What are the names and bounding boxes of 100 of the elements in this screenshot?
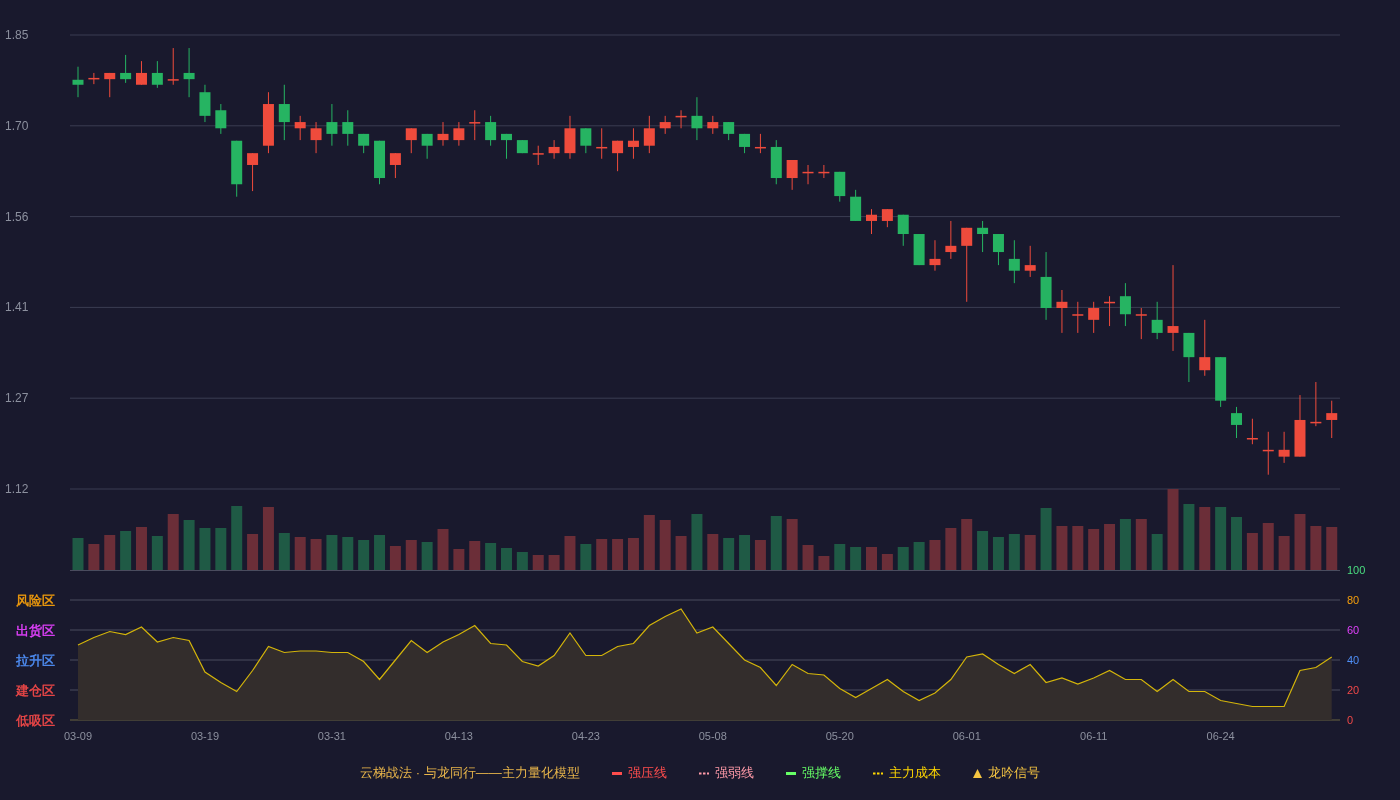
axis-label: 1.85	[5, 28, 29, 42]
volume-bar	[1262, 523, 1274, 570]
legend-label: 龙吟信号	[987, 764, 1040, 783]
candlestick	[977, 220, 989, 253]
axis-label: 04-23	[571, 730, 600, 742]
volume-bar	[167, 514, 179, 570]
axis-label: 1.27	[5, 391, 29, 406]
volume-bar	[1119, 519, 1131, 570]
volume-bar	[866, 547, 877, 570]
volume-bar	[1008, 534, 1020, 570]
candlestick	[469, 109, 481, 141]
volume-bar	[1072, 526, 1084, 570]
axis-label: 03-19	[190, 730, 220, 742]
volume-bar	[88, 544, 100, 570]
axis-label: 20	[1347, 684, 1360, 696]
candlestick	[675, 109, 687, 129]
axis-label: 06-11	[1080, 730, 1108, 742]
axis-label: 05-20	[825, 730, 854, 742]
zone-label: 风险区	[16, 593, 55, 608]
zone-label: 拉升区	[16, 653, 55, 668]
candlestick	[866, 208, 877, 235]
candlestick	[754, 133, 766, 154]
candlestick	[342, 109, 354, 147]
volume-bar	[850, 547, 862, 570]
candlestick	[1104, 295, 1116, 327]
candlestick	[405, 127, 417, 154]
candlestick	[1278, 431, 1290, 464]
volume-bar	[485, 543, 497, 570]
axis-label: 100	[1347, 564, 1366, 576]
legend-label: 强压线	[627, 764, 667, 783]
candlestick	[548, 139, 560, 160]
candlestick	[1072, 301, 1084, 334]
volume-bar	[881, 554, 893, 570]
volume-bar	[389, 546, 401, 570]
volume-bar	[897, 547, 909, 570]
candlestick	[564, 115, 576, 160]
volume-bar	[739, 535, 751, 570]
volume-bar	[1310, 526, 1322, 570]
candlestick	[707, 115, 719, 135]
candlestick	[659, 115, 671, 135]
volume-bar	[278, 533, 290, 570]
axis-label: 1.56	[5, 209, 29, 224]
volume-bar	[1024, 535, 1036, 570]
axis-label: 05-08	[698, 730, 727, 742]
volume-bar	[310, 539, 322, 570]
candlestick	[215, 103, 227, 135]
volume-bar	[596, 539, 608, 570]
candlestick	[643, 115, 655, 154]
axis-label: 0	[1347, 714, 1354, 726]
axis-label: 03-31	[317, 730, 346, 742]
zone-label: 出货区	[16, 623, 55, 638]
candlestick	[913, 233, 925, 266]
candlestick	[1326, 400, 1338, 439]
candlestick	[1246, 418, 1258, 445]
volume-bar	[326, 535, 338, 570]
axis-label: 04-13	[444, 730, 473, 742]
candlestick	[1135, 307, 1147, 340]
candlestick	[183, 47, 195, 98]
candlestick	[88, 72, 100, 85]
volume-bar	[770, 516, 782, 570]
volume-bar	[818, 556, 830, 570]
volume-bar	[183, 520, 195, 570]
volume-bar	[215, 528, 227, 570]
volume-bar	[469, 541, 481, 570]
volume-bar	[723, 538, 735, 570]
volume-bar	[262, 507, 274, 570]
volume-bar	[437, 529, 449, 570]
candlestick	[485, 115, 497, 147]
candlestick	[1199, 319, 1211, 377]
axis-label: 80	[1347, 594, 1360, 606]
volume-bar	[548, 555, 560, 570]
volume-bar	[627, 538, 639, 570]
candlestick	[1056, 289, 1068, 334]
candlestick	[104, 72, 116, 98]
candlestick	[929, 239, 941, 272]
candlestick	[770, 139, 782, 185]
volume-bar	[754, 540, 766, 570]
volume-bar	[802, 545, 814, 570]
volume-bar	[580, 544, 592, 570]
candlestick	[945, 220, 957, 260]
candlestick	[834, 171, 846, 203]
candlestick	[627, 127, 639, 160]
candlestick	[1310, 381, 1322, 427]
volume-bar	[1040, 508, 1052, 570]
candlestick	[389, 152, 401, 179]
candlestick	[421, 133, 433, 160]
volume-bar	[405, 540, 417, 570]
volume-bar	[992, 537, 1004, 570]
candlestick	[786, 159, 798, 191]
candlestick	[691, 96, 703, 141]
candlestick	[1262, 431, 1274, 476]
candlestick	[1231, 406, 1242, 439]
volume-bar	[1215, 507, 1227, 570]
volume-bar	[913, 542, 925, 570]
volume-bar	[1104, 524, 1116, 570]
zone-label: 建仓区	[16, 683, 55, 698]
volume-bar	[786, 519, 798, 570]
volume-bar	[1151, 534, 1163, 570]
volume-bar	[72, 538, 84, 570]
volume-bar	[151, 536, 163, 570]
